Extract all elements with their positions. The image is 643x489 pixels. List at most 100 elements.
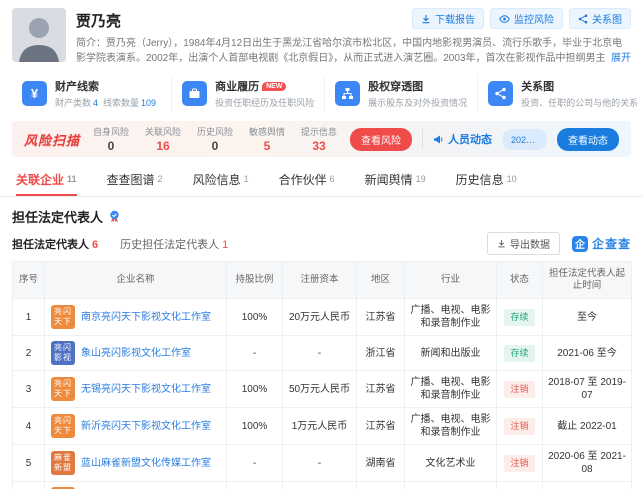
property-type-count: 4 — [93, 98, 99, 108]
tab-risk-info[interactable]: 风险信息 1 — [193, 163, 249, 196]
risk-item-sentiment[interactable]: 敏感舆情 5 — [246, 125, 288, 153]
risk-value: 16 — [156, 139, 170, 153]
risk-label: 历史风险 — [197, 127, 234, 137]
download-report-label: 下载报告 — [435, 15, 475, 26]
company-link[interactable]: 南京亮闪天下影视文化工作室 — [81, 311, 211, 324]
eye-icon — [499, 14, 510, 23]
view-dynamics-button[interactable]: 查看动态 — [557, 127, 619, 151]
monitor-risk-label: 监控风险 — [514, 15, 554, 26]
new-badge: NEW — [262, 82, 287, 91]
cell-industry: 新闻和出版业 — [404, 335, 497, 371]
expand-link[interactable]: 展开 — [605, 51, 631, 66]
legal-rep-badge-icon — [110, 210, 119, 222]
clue-count-value: 109 — [141, 98, 157, 108]
megaphone-icon — [434, 135, 443, 143]
card-business-resume[interactable]: 商业履历 NEW 投资任职经历及任职风险 — [171, 75, 324, 112]
table-header-row: 序号 企业名称 持股比例 注册资本 地区 行业 状态 担任法定代表人起止时间 — [12, 261, 632, 299]
tab-history-info[interactable]: 历史信息 10 — [456, 163, 517, 196]
table-row: 4 亮闪天下 新沂亮闪天下影视文化工作室 100% 1万元人民币 江苏省 广播、电… — [12, 407, 632, 445]
cell-region: 江苏省 — [356, 370, 405, 408]
risk-value: 0 — [211, 139, 219, 153]
cell-capital: - — [282, 444, 357, 482]
table-row: 1 亮闪天下 南京亮闪天下影视文化工作室 100% 20万元人民币 江苏省 广播、… — [12, 298, 632, 336]
relation-graph-label: 关系图 — [592, 15, 622, 26]
org-chart-icon — [335, 81, 361, 106]
risk-item-self[interactable]: 自身风险 0 — [90, 125, 132, 153]
risk-item-related[interactable]: 关联风险 16 — [142, 125, 184, 153]
company-logo: 亮闪天下 — [51, 377, 75, 401]
company-link[interactable]: 象山亮闪影视文化工作室 — [81, 347, 191, 360]
tab-related-companies[interactable]: 关联企业 11 — [16, 163, 77, 196]
export-icon — [498, 239, 505, 248]
news-ticker[interactable]: 2021-03-19 新增投资企业：海口漫川文... — [502, 128, 547, 150]
col-status: 状态 — [496, 261, 543, 299]
tab-bar: 关联企业 11 查查图谱 2 风险信息 1 合作伙伴 6 新闻舆情 19 历史信息 10 — [0, 163, 643, 197]
tab-count: 19 — [415, 174, 426, 184]
legal-rep-table: 序号 企业名称 持股比例 注册资本 地区 行业 状态 担任法定代表人起止时间 1… — [12, 261, 632, 489]
view-risk-button[interactable]: 查看风险 — [350, 127, 413, 151]
card-property-clues[interactable]: ¥ 财产线索 财产类数 4 线索数量 109 — [12, 75, 171, 112]
cell-region: 浙江省 — [356, 335, 405, 371]
cell-serial: 6 — [12, 481, 45, 489]
cell-region: 江苏省 — [356, 298, 405, 336]
tab-chacha-graph[interactable]: 查查图谱 2 — [107, 163, 163, 196]
divider — [422, 129, 424, 149]
subtab-history-legal-rep[interactable]: 历史担任法定代表人 1 — [120, 236, 228, 252]
risk-item-history[interactable]: 历史风险 0 — [194, 125, 236, 153]
subtab-current-legal-rep[interactable]: 担任法定代表人 6 — [12, 236, 98, 252]
cell-industry: 文化艺术业 — [404, 444, 497, 482]
subtab-count: 1 — [222, 238, 229, 251]
card-title: 股权穿透图 — [368, 81, 424, 93]
clue-count-label: 线索数量 — [103, 98, 140, 108]
tab-count: 2 — [157, 174, 163, 184]
cell-serial: 1 — [12, 298, 45, 336]
export-data-button[interactable]: 导出数据 — [486, 232, 560, 255]
card-equity-penetration[interactable]: 股权穿透图 展示股东及对外投资情况 — [324, 75, 477, 112]
relation-graph-button[interactable]: 关系图 — [569, 8, 631, 29]
cell-period: 至今 — [542, 298, 632, 336]
download-icon — [422, 14, 430, 23]
company-link[interactable]: 无锡亮闪天下影视文化工作室 — [81, 383, 211, 396]
tab-news-sentiment[interactable]: 新闻舆情 19 — [365, 163, 426, 196]
col-industry: 行业 — [404, 261, 497, 299]
download-report-button[interactable]: 下载报告 — [412, 8, 484, 29]
person-name: 贾乃亮 — [76, 13, 122, 30]
export-data-label: 导出数据 — [509, 240, 550, 251]
cell-region: 湖南省 — [356, 444, 405, 482]
cell-capital: 50万元人民币 — [282, 370, 357, 408]
personnel-dynamics-label: 人员动态 — [433, 131, 492, 147]
risk-label: 自身风险 — [93, 127, 130, 137]
network-icon — [578, 14, 588, 23]
cell-serial: 5 — [12, 444, 45, 482]
personnel-dynamics-text: 人员动态 — [448, 134, 493, 146]
cell-serial: 3 — [12, 370, 45, 408]
subtab-count: 6 — [92, 238, 99, 251]
col-region: 地区 — [356, 261, 405, 299]
profile-header: 贾乃亮 下载报告 监控风险 关系图 简介：贾乃亮（Jerry），1984年4月1… — [0, 0, 643, 70]
table-row: 5 麻雀新盟 蓝山麻雀新盟文化传媒工作室 - - 湖南省 文化艺术业 注销 202… — [12, 444, 632, 482]
tab-partners[interactable]: 合作伙伴 6 — [279, 163, 335, 196]
card-relation-graph[interactable]: 关系图 投资、任职的公司与他的关系 — [477, 75, 643, 112]
risk-value: 0 — [107, 139, 115, 153]
cell-capital: - — [282, 335, 357, 371]
wallet-icon: ¥ — [22, 81, 47, 106]
risk-label: 敏感舆情 — [249, 127, 286, 137]
status-badge: 注销 — [504, 454, 535, 472]
cell-ratio: 100% — [226, 370, 283, 408]
status-badge: 存续 — [504, 308, 535, 326]
cell-ratio: - — [226, 444, 283, 482]
card-desc: 展示股东及对外投资情况 — [368, 98, 468, 108]
status-badge: 存续 — [504, 344, 535, 362]
qichacha-logo-text: 企查查 — [591, 237, 631, 251]
company-link[interactable]: 新沂亮闪天下影视文化工作室 — [81, 420, 211, 433]
card-title: 商业履历 NEW — [215, 78, 314, 94]
cell-capital: 1万元人民币 — [282, 407, 357, 445]
risk-label: 关联风险 — [145, 127, 182, 137]
briefcase-icon — [182, 81, 208, 106]
cell-industry: 新闻和出版业 — [404, 481, 497, 489]
risk-value: 5 — [263, 139, 271, 153]
monitor-risk-button[interactable]: 监控风险 — [490, 8, 563, 29]
company-link[interactable]: 蓝山麻雀新盟文化传媒工作室 — [81, 457, 211, 470]
risk-scan-bar: 风险扫描 自身风险 0 关联风险 16 历史风险 0 敏感舆情 5 提示信息 3… — [12, 121, 631, 157]
risk-item-hints[interactable]: 提示信息 33 — [298, 125, 340, 153]
